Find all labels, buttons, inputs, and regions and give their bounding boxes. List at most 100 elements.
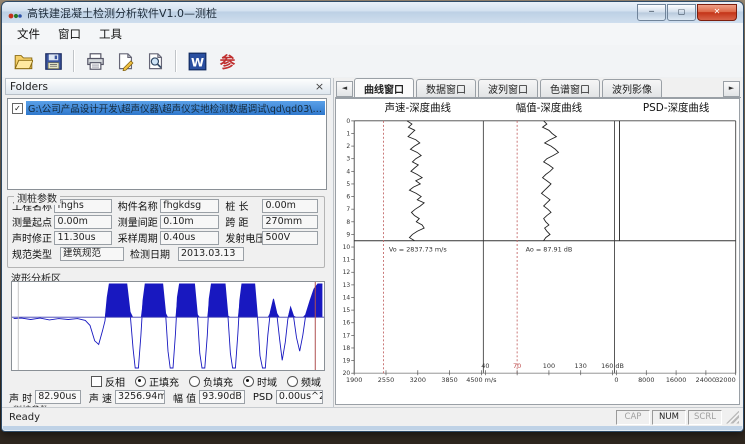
- title-bar: 高铁建混凝土检测分析软件V1.0—测桩 ─ ▢ ✕: [2, 2, 743, 23]
- wave-readouts: 声 时82.90us声 速3256.94m/s幅 值93.90dBPSD0.00…: [9, 389, 331, 405]
- param-value-field[interactable]: 建筑规范: [60, 247, 124, 261]
- resize-grip-icon[interactable]: [726, 411, 739, 424]
- item-path-label: G:\公司产品设计开发\超声仪器\超声仪实地检测数据调试\qd\qd03\qd0…: [26, 101, 325, 115]
- svg-text:3: 3: [346, 156, 350, 163]
- svg-text:32000: 32000: [715, 376, 735, 384]
- svg-text:160 dB: 160 dB: [601, 362, 624, 370]
- waveform-plot[interactable]: [11, 281, 325, 371]
- window-title: 高铁建混凝土检测分析软件V1.0—测桩: [27, 5, 217, 21]
- domain-radio-label: 时域: [257, 374, 277, 389]
- param-value-field[interactable]: 0.10m: [160, 215, 219, 229]
- svg-text:参: 参: [219, 52, 235, 71]
- tab-scroll-left-icon[interactable]: ◄: [336, 81, 353, 97]
- tab-2[interactable]: 波列窗口: [478, 79, 538, 97]
- invert-label: 反相: [105, 374, 125, 389]
- readout-field[interactable]: 3256.94m/s: [115, 390, 165, 404]
- print-preview-button[interactable]: [142, 48, 168, 74]
- invert-checkbox[interactable]: [91, 376, 102, 387]
- svg-text:W: W: [190, 55, 203, 69]
- tab-1[interactable]: 数据窗口: [416, 79, 476, 97]
- print-button[interactable]: [82, 48, 108, 74]
- param-value-field[interactable]: 500V: [262, 231, 318, 245]
- fill-radio-0[interactable]: [135, 376, 146, 387]
- folders-panel-header: Folders ×: [5, 78, 331, 95]
- readout-field[interactable]: 0.00us^2/m: [276, 390, 323, 404]
- param-label: 检测日期: [130, 246, 178, 261]
- svg-text:4: 4: [346, 168, 350, 175]
- minimize-button[interactable]: ─: [637, 4, 666, 21]
- param-value-field[interactable]: 270mm: [262, 215, 318, 229]
- item-checkbox[interactable]: ✓: [12, 103, 23, 114]
- folder-list[interactable]: ✓G:\公司产品设计开发\超声仪器\超声仪实地检测数据调试\qd\qd03\qd…: [7, 98, 327, 190]
- domain-radio-1[interactable]: [287, 376, 298, 387]
- svg-text:声速-深度曲线: 声速-深度曲线: [385, 101, 452, 114]
- list-item[interactable]: ✓G:\公司产品设计开发\超声仪器\超声仪实地检测数据调试\qd\qd03\qd…: [12, 101, 325, 115]
- folders-panel-title: Folders: [10, 81, 48, 93]
- tab-4[interactable]: 波列影像: [602, 79, 662, 97]
- export-button[interactable]: [112, 48, 138, 74]
- fill-radio-1[interactable]: [189, 376, 200, 387]
- params-button[interactable]: 参: [214, 48, 240, 74]
- param-value-field[interactable]: fhgkdsg: [160, 199, 219, 213]
- svg-text:16000: 16000: [666, 376, 686, 384]
- export-icon: [116, 52, 135, 71]
- svg-text:Ao = 87.91 dB: Ao = 87.91 dB: [526, 246, 573, 254]
- tab-3[interactable]: 色谱窗口: [540, 79, 600, 97]
- menu-item-0[interactable]: 文件: [10, 24, 47, 44]
- svg-text:15: 15: [343, 307, 351, 314]
- param-value-field[interactable]: fhghs: [54, 199, 111, 213]
- param-label: 发射电压: [225, 230, 262, 245]
- param-value-field[interactable]: 0.00m: [262, 199, 318, 213]
- param-label: 测量起点: [12, 214, 54, 229]
- open-file-icon: [14, 52, 33, 71]
- open-file-button[interactable]: [10, 48, 36, 74]
- svg-text:17: 17: [343, 332, 351, 339]
- param-row: 测量起点0.00m测量间距0.10m跨 距270mm: [12, 214, 324, 229]
- left-panel: Folders × ✓G:\公司产品设计开发\超声仪器\超声仪实地检测数据调试\…: [5, 78, 331, 407]
- word-export-button[interactable]: W: [184, 48, 210, 74]
- svg-text:19: 19: [343, 358, 351, 365]
- status-key-scrl: SCRL: [688, 410, 722, 425]
- domain-radio-0[interactable]: [243, 376, 254, 387]
- toolbar-separator: [175, 50, 177, 72]
- svg-text:9: 9: [346, 231, 350, 238]
- save-button[interactable]: [40, 48, 66, 74]
- tab-0[interactable]: 曲线窗口: [354, 78, 414, 97]
- menu-item-2[interactable]: 工具: [92, 24, 129, 44]
- param-label: 声时修正: [12, 230, 54, 245]
- param-label: 构件名称: [118, 198, 160, 213]
- depth-curves-area[interactable]: 01234567891011121314151617181920声速-深度曲线V…: [335, 98, 740, 405]
- fill-radio-label: 负填充: [203, 374, 233, 389]
- svg-text:0: 0: [614, 376, 618, 384]
- close-button[interactable]: ✕: [697, 4, 737, 21]
- chart-tab-bar: ◄曲线窗口数据窗口波列窗口色谱窗口波列影像 ►: [335, 80, 741, 98]
- readout-field[interactable]: 82.90us: [35, 390, 81, 404]
- readout-label: 幅 值: [173, 390, 196, 405]
- svg-text:14: 14: [343, 294, 351, 301]
- param-value-field[interactable]: 0.00m: [54, 215, 111, 229]
- svg-text:2: 2: [346, 143, 350, 150]
- maximize-button[interactable]: ▢: [667, 4, 696, 21]
- fill-radio-label: 正填充: [149, 374, 179, 389]
- svg-text:40: 40: [481, 362, 489, 370]
- svg-text:幅值-深度曲线: 幅值-深度曲线: [516, 101, 583, 114]
- status-key-cap: CAP: [616, 410, 650, 425]
- svg-text:3200: 3200: [410, 376, 426, 384]
- right-panel: ◄曲线窗口数据窗口波列窗口色谱窗口波列影像► 01234567891011121…: [333, 78, 742, 407]
- app-window: 高铁建混凝土检测分析软件V1.0—测桩 ─ ▢ ✕ 文件窗口工具 W 参 Fold…: [1, 1, 744, 432]
- menu-item-1[interactable]: 窗口: [51, 24, 88, 44]
- svg-text:12: 12: [343, 269, 351, 276]
- param-label: 测量间距: [118, 214, 160, 229]
- svg-text:3850: 3850: [441, 376, 457, 384]
- status-bar: Ready CAPNUMSCRL: [2, 407, 743, 426]
- readout-field[interactable]: 93.90dB: [199, 390, 245, 404]
- svg-text:8: 8: [346, 219, 350, 226]
- save-icon: [44, 52, 63, 71]
- svg-text:0: 0: [346, 118, 350, 125]
- window-controls: ─ ▢ ✕: [636, 4, 737, 21]
- param-value-field[interactable]: 11.30us: [54, 231, 111, 245]
- param-value-field[interactable]: 2013.03.13: [178, 247, 244, 261]
- param-value-field[interactable]: 0.40us: [160, 231, 219, 245]
- folders-close-icon[interactable]: ×: [313, 80, 326, 93]
- tab-scroll-right-icon[interactable]: ►: [723, 81, 740, 97]
